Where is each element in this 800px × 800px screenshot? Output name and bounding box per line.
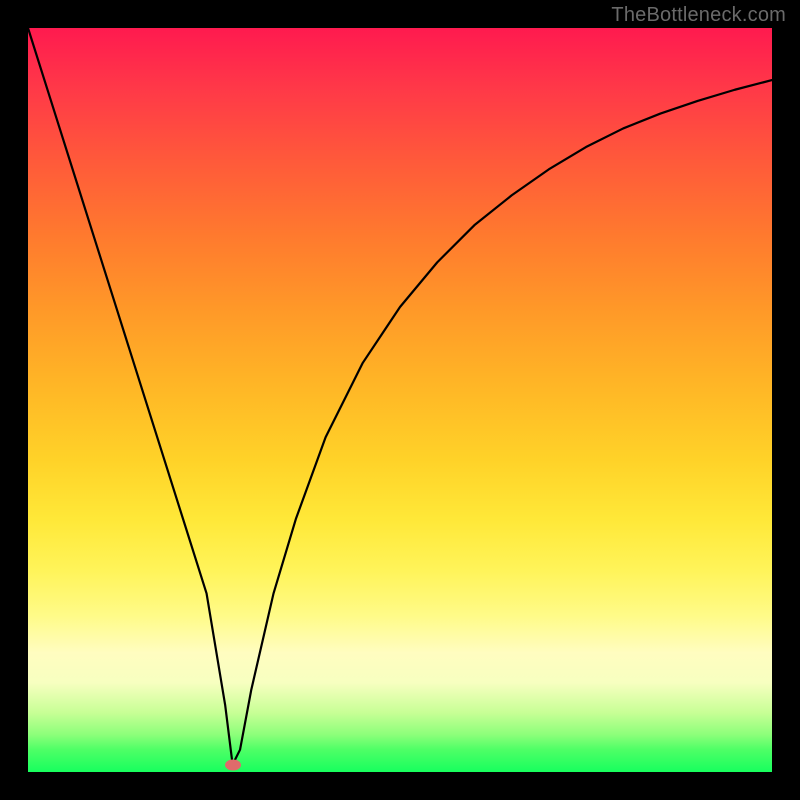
chart-svg bbox=[28, 28, 772, 772]
frame: TheBottleneck.com bbox=[0, 0, 800, 800]
optimal-point-marker bbox=[225, 759, 241, 770]
bottleneck-curve bbox=[28, 28, 772, 765]
watermark-text: TheBottleneck.com bbox=[611, 4, 786, 27]
chart-canvas bbox=[28, 28, 772, 772]
